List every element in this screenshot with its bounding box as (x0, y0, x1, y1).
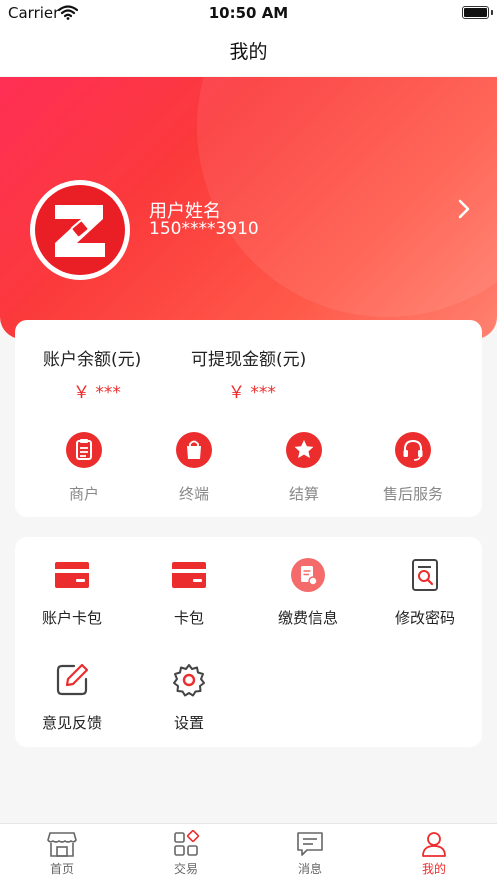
z-logo-icon (55, 205, 105, 257)
user-phone: 150****3910 (149, 219, 259, 239)
tab-label: 首页 (49, 862, 74, 876)
balance-label: 账户余额(元) (43, 350, 142, 370)
menu-label: 账户卡包 (41, 609, 102, 627)
balance-card: 账户余额(元) ￥ *** 可提现金额(元) ￥ *** 商户 终端 结算 售后… (15, 320, 482, 517)
quick-action-after-sales[interactable]: 售后服务 (373, 432, 453, 504)
quick-action-merchant[interactable]: 商户 (44, 432, 124, 504)
battery-icon (462, 6, 489, 19)
document-search-icon (412, 559, 438, 591)
tab-label: 我的 (421, 862, 446, 876)
card-icon (55, 562, 89, 588)
menu-item-payment-info[interactable]: 缴费信息 (258, 555, 358, 628)
balance-value[interactable]: ￥ *** (73, 378, 121, 403)
headset-icon (403, 439, 423, 461)
shopping-bag-icon (187, 440, 201, 459)
chevron-right-icon[interactable] (458, 199, 470, 223)
menu-item-feedback[interactable]: 意见反馈 (22, 660, 122, 733)
withdrawable-value[interactable]: ￥ *** (228, 378, 276, 403)
status-time: 10:50 AM (208, 4, 289, 22)
brand-logo (35, 185, 125, 275)
menu-label: 修改密码 (394, 609, 455, 627)
tab-home[interactable]: 首页 (22, 830, 102, 877)
battery-cap (491, 10, 493, 15)
quick-action-label: 终端 (178, 485, 209, 503)
tab-messages[interactable]: 消息 (270, 830, 350, 877)
menu-card: 账户卡包 卡包 缴费信息 修改密码 意见反馈 设置 (15, 537, 482, 747)
quick-action-label: 商户 (68, 485, 99, 503)
message-icon (297, 832, 323, 856)
page-title: 我的 (229, 41, 268, 63)
menu-item-card-wallet[interactable]: 卡包 (139, 555, 239, 628)
menu-item-settings[interactable]: 设置 (139, 660, 239, 733)
menu-label: 意见反馈 (41, 714, 102, 732)
clipboard-icon (76, 439, 92, 460)
quick-action-label: 结算 (288, 485, 319, 503)
tab-transactions[interactable]: 交易 (146, 830, 226, 877)
tab-label: 消息 (297, 862, 322, 876)
quick-action-terminal[interactable]: 终端 (154, 432, 234, 504)
edit-icon (56, 663, 89, 696)
quick-action-label: 售后服务 (382, 485, 443, 503)
menu-label: 缴费信息 (277, 609, 338, 627)
grid-icon (174, 830, 200, 856)
quick-action-settlement[interactable]: 结算 (264, 432, 344, 504)
store-icon (47, 832, 77, 857)
menu-label: 设置 (173, 714, 204, 732)
tab-bar: 首页 交易 消息 我的 (0, 823, 497, 883)
card-icon (172, 562, 206, 588)
withdrawable-label: 可提现金额(元) (191, 350, 307, 370)
tab-mine[interactable]: 我的 (394, 830, 474, 877)
avatar[interactable] (30, 180, 130, 280)
user-icon (422, 832, 446, 857)
bill-icon (291, 558, 325, 592)
tab-label: 交易 (173, 862, 198, 876)
menu-item-change-password[interactable]: 修改密码 (375, 555, 475, 628)
nav-bar: 我的 (0, 24, 497, 76)
profile-header[interactable]: 用户姓名 150****3910 (0, 77, 497, 339)
gear-icon (173, 664, 205, 697)
star-icon (294, 440, 314, 458)
status-bar: Carrier 10:50 AM (0, 0, 497, 24)
menu-item-account-cards[interactable]: 账户卡包 (22, 555, 122, 628)
menu-label: 卡包 (173, 609, 204, 627)
